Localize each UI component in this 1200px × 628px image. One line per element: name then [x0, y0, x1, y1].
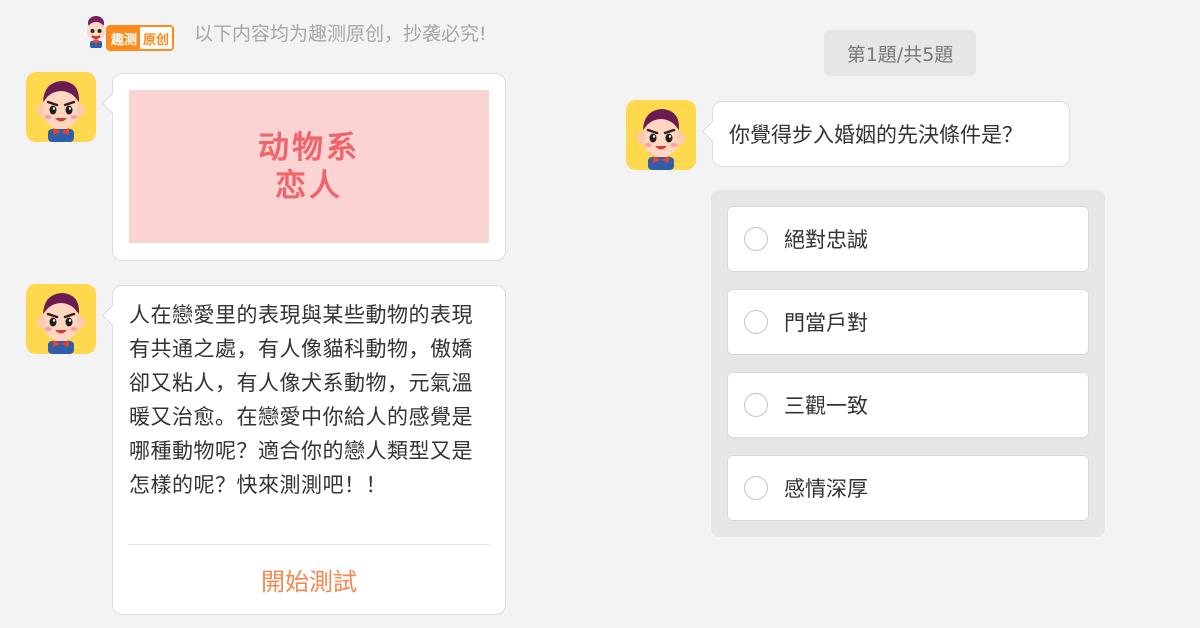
mascot-avatar-icon [26, 72, 96, 142]
logo-part-2: 原创 [140, 27, 173, 49]
copyright-notice: 趣测 原创 以下内容均为趣测原创，抄袭必究! [80, 12, 487, 52]
answer-options-panel: 絕對忠誠 門當戶對 三觀一致 感情深厚 [711, 190, 1105, 537]
answer-option-2[interactable]: 門當戶對 [727, 289, 1089, 355]
mascot-avatar-icon [626, 100, 696, 170]
quiz-title-banner: 动物系 恋人 [129, 90, 489, 243]
quiz-banner-bubble: 动物系 恋人 [112, 73, 506, 261]
intro-description: 人在戀愛里的表現與某些動物的表現有共通之處，有人像貓科動物，傲嬌卻又粘人，有人像… [129, 303, 473, 497]
answer-option-3[interactable]: 三觀一致 [727, 372, 1089, 438]
answer-option-1[interactable]: 絕對忠誠 [727, 206, 1089, 272]
answer-option-label: 三觀一致 [784, 394, 868, 418]
brand-logo: 趣测 原创 [80, 12, 190, 52]
logo-part-1: 趣测 [108, 27, 141, 49]
notice-text: 以下内容均为趣测原创，抄袭必究! [194, 22, 487, 45]
start-test-button[interactable]: 開始測試 [129, 548, 489, 610]
radio-unchecked-icon[interactable] [744, 227, 768, 251]
radio-unchecked-icon[interactable] [744, 393, 768, 417]
banner-title-line-2: 恋人 [275, 167, 343, 204]
brand-logo-text: 趣测 原创 [106, 25, 175, 51]
radio-unchecked-icon[interactable] [744, 310, 768, 334]
question-bubble: 你覺得步入婚姻的先決條件是？ [712, 101, 1070, 167]
answer-option-label: 感情深厚 [784, 477, 868, 501]
answer-option-4[interactable]: 感情深厚 [727, 455, 1089, 521]
answer-option-label: 絕對忠誠 [784, 228, 868, 252]
answer-option-label: 門當戶對 [784, 311, 868, 335]
banner-title-line-1: 动物系 [258, 129, 360, 166]
divider [129, 544, 489, 545]
mascot-avatar-icon [26, 284, 96, 354]
intro-bubble: 人在戀愛里的表現與某些動物的表現有共通之處，有人像貓科動物，傲嬌卻又粘人，有人像… [112, 285, 506, 615]
question-text: 你覺得步入婚姻的先決條件是？ [729, 123, 1023, 147]
question-progress: 第1題/共5題 [824, 30, 976, 76]
radio-unchecked-icon[interactable] [744, 476, 768, 500]
